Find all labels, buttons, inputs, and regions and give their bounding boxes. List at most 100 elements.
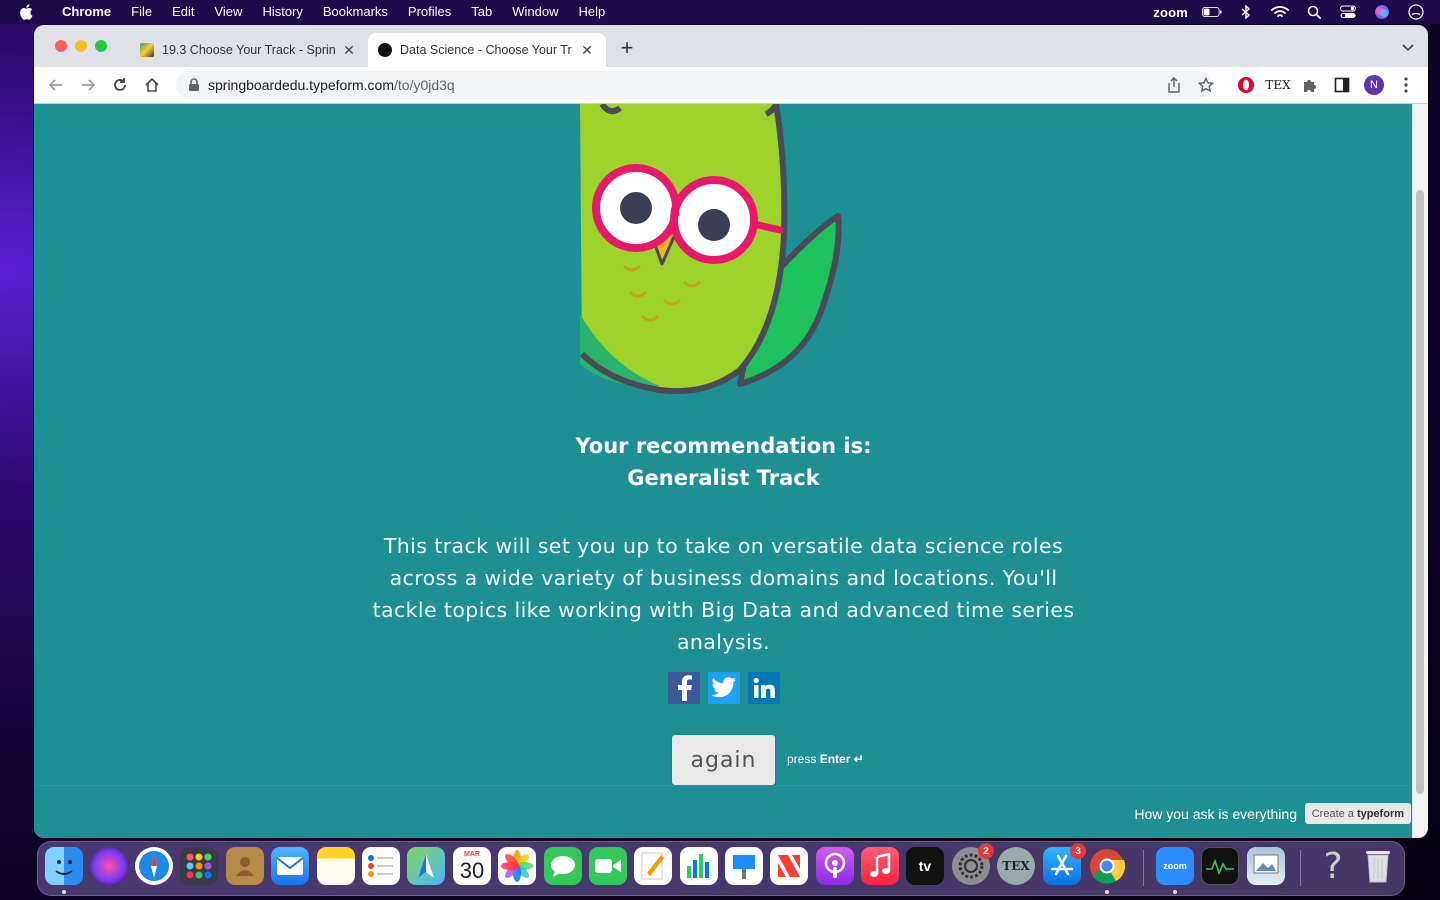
- facebook-icon[interactable]: [668, 672, 700, 704]
- twitter-icon[interactable]: [708, 672, 740, 704]
- keynote-icon[interactable]: [725, 847, 763, 885]
- share-icon[interactable]: [1164, 75, 1184, 95]
- notes-icon[interactable]: [317, 847, 355, 885]
- pages-icon[interactable]: [634, 847, 672, 885]
- reload-icon[interactable]: [110, 75, 130, 95]
- mail-icon[interactable]: [271, 847, 309, 885]
- menu-history[interactable]: History: [252, 0, 312, 24]
- url-host: springboardedu.typeform.com: [208, 77, 394, 93]
- news-icon[interactable]: [770, 847, 808, 885]
- calendar-day: 30: [459, 857, 485, 883]
- photos-icon[interactable]: [498, 847, 536, 885]
- siri-icon[interactable]: [1372, 4, 1392, 20]
- battery-icon[interactable]: [1202, 4, 1222, 20]
- forward-arrow-icon[interactable]: [78, 75, 98, 95]
- close-window-button[interactable]: [55, 40, 67, 52]
- apple-tv-icon[interactable]: tv: [906, 847, 944, 885]
- menu-window[interactable]: Window: [502, 0, 568, 24]
- zoom-running-indicator: [1173, 890, 1177, 894]
- side-panel-icon[interactable]: [1332, 75, 1352, 95]
- maps-icon[interactable]: [407, 847, 445, 885]
- numbers-icon[interactable]: [680, 847, 718, 885]
- recommendation-heading: Your recommendation is:: [575, 434, 872, 458]
- tab-choose-your-track[interactable]: 19.3 Choose Your Track - Sprin ✕: [130, 33, 360, 67]
- social-share-buttons: [668, 672, 780, 704]
- chrome-window: 19.3 Choose Your Track - Sprin ✕ Data Sc…: [34, 25, 1428, 838]
- footer-tagline: How you ask is everything: [1134, 806, 1297, 822]
- facetime-icon[interactable]: [589, 847, 627, 885]
- extensions-puzzle-icon[interactable]: [1300, 75, 1320, 95]
- preview-icon[interactable]: [1247, 847, 1285, 885]
- wifi-icon[interactable]: [1270, 4, 1290, 20]
- safari-icon[interactable]: [135, 847, 173, 885]
- menu-view[interactable]: View: [204, 0, 252, 24]
- trash-icon[interactable]: [1359, 847, 1397, 885]
- linkedin-icon[interactable]: [748, 672, 780, 704]
- chrome-icon[interactable]: [1088, 847, 1126, 885]
- url-text[interactable]: springboardedu.typeform.com/to/y0jd3q: [208, 77, 455, 93]
- more-menu-icon[interactable]: [1396, 75, 1416, 95]
- activity-monitor-icon[interactable]: [1201, 847, 1239, 885]
- again-button[interactable]: again: [672, 735, 775, 785]
- zoom-app-icon[interactable]: zoom: [1156, 847, 1194, 885]
- dock-separator: [1300, 850, 1301, 886]
- tex-extension-icon[interactable]: TEX: [1265, 75, 1290, 95]
- close-tab-icon[interactable]: ✕: [579, 42, 595, 58]
- help-question-icon[interactable]: ?: [1314, 847, 1352, 885]
- home-icon[interactable]: [142, 75, 162, 95]
- zoom-window-button[interactable]: [95, 40, 107, 52]
- control-center-icon[interactable]: [1338, 4, 1358, 20]
- opera-extension-icon[interactable]: [1236, 75, 1256, 95]
- typeform-page: Your recommendation is: Generalist Track…: [34, 104, 1428, 838]
- menu-help[interactable]: Help: [569, 0, 616, 24]
- apple-menu-icon[interactable]: [18, 0, 34, 24]
- dock-separator: [1143, 850, 1144, 886]
- tab-title: Data Science - Choose Your Tr: [400, 43, 572, 57]
- podcasts-icon[interactable]: [816, 847, 854, 885]
- music-icon[interactable]: [861, 847, 899, 885]
- back-arrow-icon[interactable]: [46, 75, 66, 95]
- bookmark-star-icon[interactable]: [1196, 75, 1216, 95]
- scrollbar-thumb[interactable]: [1416, 190, 1424, 794]
- recommended-track-name: Generalist Track: [627, 466, 820, 490]
- system-preferences-icon[interactable]: 2: [952, 843, 994, 885]
- tab-search-chevron-icon[interactable]: [1400, 39, 1416, 55]
- typeform-brand: typeform: [1356, 807, 1404, 820]
- create-label: Create a: [1311, 807, 1354, 820]
- press-label: press: [787, 752, 817, 766]
- calendar-icon[interactable]: MAR 30: [453, 847, 491, 885]
- app-store-icon[interactable]: 3: [1043, 843, 1086, 885]
- texshop-icon[interactable]: TEX: [997, 847, 1035, 885]
- launchpad-icon[interactable]: [180, 847, 218, 885]
- menu-profiles[interactable]: Profiles: [398, 0, 461, 24]
- tab-strip: 19.3 Choose Your Track - Sprin ✕ Data Sc…: [34, 25, 1428, 67]
- typeform-favicon-icon: [378, 43, 392, 57]
- address-bar[interactable]: springboardedu.typeform.com/to/y0jd3q: [176, 71, 1212, 99]
- springboard-favicon-icon: [140, 43, 154, 57]
- menu-tab[interactable]: Tab: [461, 0, 502, 24]
- lock-icon[interactable]: [188, 78, 200, 92]
- profile-avatar[interactable]: N: [1364, 75, 1384, 95]
- menu-edit[interactable]: Edit: [162, 0, 204, 24]
- reminders-icon[interactable]: [362, 847, 400, 885]
- app-store-badge: 3: [1070, 843, 1086, 859]
- create-typeform-button[interactable]: Create a typeform: [1304, 803, 1411, 824]
- close-tab-icon[interactable]: ✕: [341, 42, 357, 58]
- siri-app-icon[interactable]: [90, 847, 128, 885]
- zoom-status-item[interactable]: zoom: [1153, 5, 1188, 20]
- tab-data-science-active[interactable]: Data Science - Choose Your Tr ✕: [368, 33, 606, 67]
- contacts-icon[interactable]: [226, 847, 264, 885]
- tv-label: tv: [918, 858, 932, 874]
- user-account-icon[interactable]: [1406, 4, 1426, 20]
- finder-icon[interactable]: [45, 847, 83, 885]
- track-description: This track will set you up to take on ve…: [372, 534, 1075, 654]
- page-scrollbar[interactable]: [1412, 104, 1428, 838]
- menu-file[interactable]: File: [121, 0, 162, 24]
- menu-app-name[interactable]: Chrome: [52, 0, 121, 24]
- menu-bookmarks[interactable]: Bookmarks: [313, 0, 398, 24]
- minimize-window-button[interactable]: [75, 40, 87, 52]
- new-tab-button[interactable]: +: [616, 37, 638, 60]
- messages-icon[interactable]: [544, 847, 582, 885]
- bluetooth-icon[interactable]: [1236, 4, 1256, 20]
- spotlight-search-icon[interactable]: [1304, 4, 1324, 20]
